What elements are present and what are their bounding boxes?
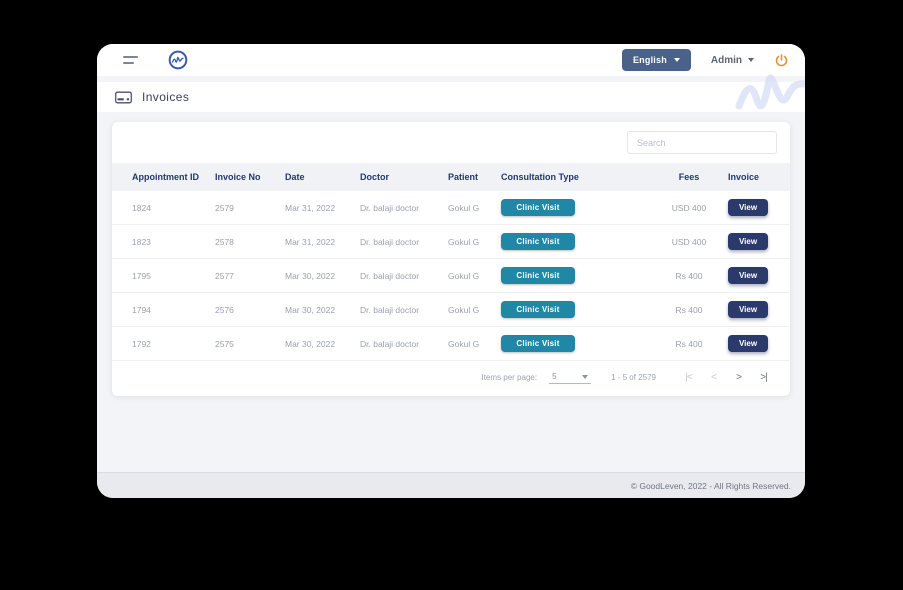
items-per-page-label: Items per page: [481,372,538,382]
copyright-text: © GoodLeven, 2022 - All Rights Reserved. [630,480,791,491]
consultation-type-badge: Clinic Visit [501,233,575,250]
doctor-cell: Dr. balaji doctor [352,191,440,225]
doctor-cell: Dr. balaji doctor [352,292,440,327]
view-invoice-button[interactable]: View [728,199,768,216]
app-window: English Admin Invoices Search Appointmen… [97,44,805,498]
fees-cell: Rs 400 [658,326,720,361]
invoice-action-cell: View [720,292,790,327]
chevron-down-icon [673,58,680,62]
doctor-cell: Dr. balaji doctor [352,258,440,293]
consultation-type-badge: Clinic Visit [501,267,575,284]
table-row: 1792 2575 Mar 30, 2022 Dr. balaji doctor Gok… [112,326,790,361]
paginator: Items per page: 5 1 - 5 of 2579 |< < > >… [112,361,790,396]
brand-logo-icon [168,50,188,70]
consultation-type-badge: Clinic Visit [501,335,575,352]
admin-menu[interactable]: Admin [711,55,754,66]
date-cell: Mar 31, 2022 [277,224,352,259]
invoice-action-cell: View [720,191,790,225]
patient-cell: Gokul G [440,292,493,327]
column-header-fees: Fees [658,163,720,191]
page-title-bar: Invoices [97,82,805,112]
appointment-id-cell: 1824 [112,191,207,225]
column-header-doctor: Doctor [352,163,440,191]
view-invoice-button[interactable]: View [728,335,768,352]
appointment-id-cell: 1823 [112,224,207,259]
fees-cell: USD 400 [658,224,720,259]
column-header-appointment-id: Appointment ID [112,163,207,191]
language-label: English [632,55,667,65]
invoice-action-cell: View [720,258,790,293]
page-range-label: 1 - 5 of 2579 [611,372,656,382]
invoice-no-cell: 2576 [207,292,277,327]
search-input[interactable] [627,131,777,154]
consultation-type-cell: Clinic Visit [493,191,658,225]
invoice-action-cell: View [720,326,790,361]
credit-card-icon [115,91,132,103]
patient-cell: Gokul G [440,326,493,361]
date-cell: Mar 30, 2022 [277,326,352,361]
invoices-table: Appointment ID Invoice No Date Doctor Patien… [112,163,790,361]
first-page-button[interactable]: |< [676,372,701,383]
view-invoice-button[interactable]: View [728,233,768,250]
invoice-no-cell: 2575 [207,326,277,361]
items-per-page-select[interactable]: 5 [549,370,592,384]
logout-power-button[interactable] [774,53,789,68]
view-invoice-button[interactable]: View [728,267,768,284]
previous-page-button[interactable]: < [701,372,726,383]
items-per-page-value: 5 [552,372,557,381]
column-header-date: Date [277,163,352,191]
table-row: 1795 2577 Mar 30, 2022 Dr. balaji doctor Gok… [112,258,790,293]
invoice-no-cell: 2579 [207,191,277,225]
column-header-patient: Patient [440,163,493,191]
patient-cell: Gokul G [440,258,493,293]
admin-label: Admin [710,54,742,66]
appointment-id-cell: 1794 [112,292,207,327]
language-dropdown-button[interactable]: English [621,49,691,71]
date-cell: Mar 31, 2022 [277,191,352,225]
invoice-no-cell: 2578 [207,224,277,259]
table-row: 1824 2579 Mar 31, 2022 Dr. balaji doctor Gok… [112,191,790,225]
consultation-type-badge: Clinic Visit [501,199,575,216]
table-row: 1794 2576 Mar 30, 2022 Dr. balaji doctor Gok… [112,292,790,327]
column-header-invoice-no: Invoice No [207,163,277,191]
column-header-consultation-type: Consultation Type [493,163,658,191]
last-page-button[interactable]: >| [751,372,776,383]
consultation-type-cell: Clinic Visit [493,258,658,293]
consultation-type-cell: Clinic Visit [493,224,658,259]
power-icon [775,53,788,66]
top-bar: English Admin [97,44,805,76]
next-page-button[interactable]: > [726,372,751,383]
chevron-down-icon [582,374,589,379]
column-header-invoice: Invoice [720,163,790,191]
date-cell: Mar 30, 2022 [277,292,352,327]
paginator-nav: |< < > >| [676,372,776,383]
appointment-id-cell: 1795 [112,258,207,293]
consultation-type-badge: Clinic Visit [501,301,575,318]
footer-bar: © GoodLeven, 2022 - All Rights Reserved. [97,472,805,498]
chevron-down-icon [748,58,754,62]
consultation-type-cell: Clinic Visit [493,326,658,361]
date-cell: Mar 30, 2022 [277,258,352,293]
fees-cell: Rs 400 [658,258,720,293]
invoices-card: Appointment IDInvoice NoDateDoctorPatien… [112,122,790,396]
appointment-id-cell: 1792 [112,326,207,361]
patient-cell: Gokul G [440,224,493,259]
fees-cell: USD 400 [658,191,720,225]
invoice-no-cell: 2577 [207,258,277,293]
doctor-cell: Dr. balaji doctor [352,224,440,259]
fees-cell: Rs 400 [658,292,720,327]
invoice-action-cell: View [720,224,790,259]
page-title: Invoices [142,90,190,104]
doctor-cell: Dr. balaji doctor [352,326,440,361]
view-invoice-button[interactable]: View [728,301,768,318]
table-header-row: Appointment ID Invoice No Date Doctor Patien… [112,163,790,191]
hamburger-menu-icon[interactable] [123,56,138,64]
patient-cell: Gokul G [440,191,493,225]
consultation-type-cell: Clinic Visit [493,292,658,327]
table-row: 1823 2578 Mar 31, 2022 Dr. balaji doctor Gok… [112,224,790,259]
